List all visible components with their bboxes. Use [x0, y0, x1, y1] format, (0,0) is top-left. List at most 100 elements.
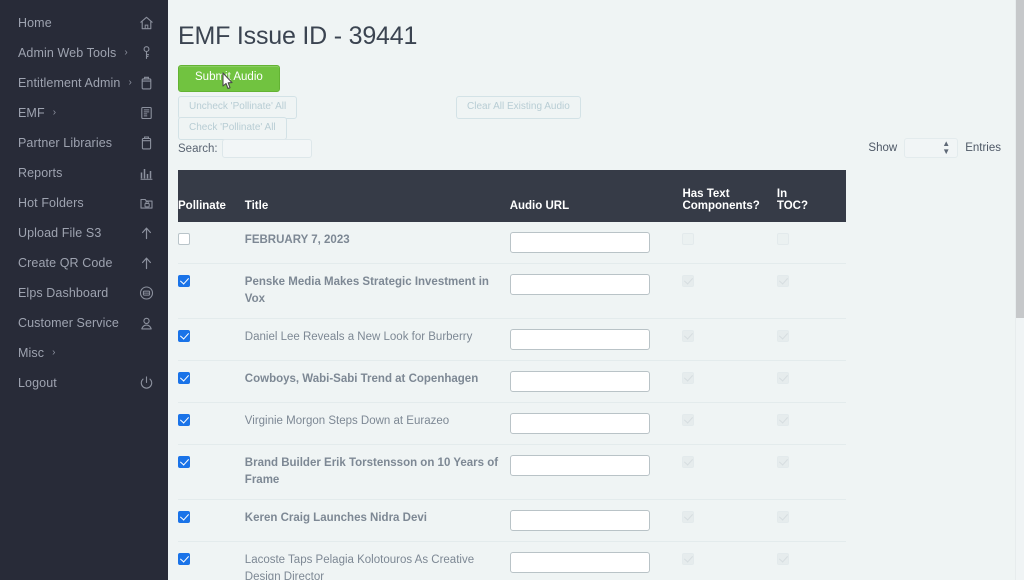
in-toc-checkbox — [776, 553, 789, 565]
toolbar: Submit Audio Uncheck 'Pollinate' All Che… — [168, 65, 1016, 140]
show-label: Show — [868, 142, 898, 154]
stepper-arrows-icon: ▲ ▼ — [942, 139, 951, 156]
in-toc-checkbox — [776, 414, 789, 426]
sidebar-item-admin-web-tools[interactable]: Admin Web Tools › — [0, 38, 168, 68]
cell-has-text-components — [682, 361, 776, 403]
vertical-scrollbar-thumb[interactable] — [1016, 0, 1024, 318]
server-icon — [139, 106, 154, 121]
sidebar-item-partner-libraries[interactable]: Partner Libraries — [0, 128, 168, 158]
cell-audio-url — [509, 445, 683, 500]
uncheck-pollinate-all-button[interactable]: Uncheck 'Pollinate' All — [178, 96, 298, 119]
sidebar-item-label: Admin Web Tools — [18, 46, 117, 60]
sidebar-item-create-qr-code[interactable]: Create QR Code — [0, 248, 168, 278]
in-toc-checkbox — [776, 275, 789, 287]
sidebar-item-upload-file-s3[interactable]: Upload File S3 — [0, 218, 168, 248]
sidebar-item-label: Logout — [18, 376, 57, 390]
table-row: Lacoste Taps Pelagia Kolotouros As Creat… — [178, 541, 846, 580]
column-header-has-text-components[interactable]: Has Text Components? — [682, 170, 777, 222]
column-header-pollinate[interactable]: Pollinate — [178, 170, 245, 222]
audio-url-input[interactable] — [509, 232, 650, 253]
pollinate-checkbox[interactable] — [178, 456, 190, 468]
header-line-1: Has Text — [682, 188, 730, 200]
cell-has-text-components — [682, 500, 776, 542]
sidebar-item-emf[interactable]: EMF › — [0, 98, 168, 128]
sidebar-item-logout[interactable]: Logout — [0, 368, 168, 398]
cell-in-toc — [776, 319, 846, 361]
cell-in-toc — [776, 403, 846, 445]
cell-in-toc — [776, 445, 846, 500]
pollinate-checkbox[interactable] — [178, 553, 190, 565]
pollinate-checkbox[interactable] — [178, 275, 190, 287]
table-row: Brand Builder Erik Torstensson on 10 Yea… — [178, 444, 846, 500]
table-row: Cowboys, Wabi-Sabi Trend at Copenhagen — [178, 360, 846, 403]
audio-url-input[interactable] — [509, 552, 650, 573]
table-header-row: Pollinate Title Audio URL Has Text Compo… — [178, 170, 846, 222]
cell-pollinate — [178, 500, 245, 542]
home-icon — [139, 16, 154, 31]
cell-pollinate — [178, 361, 245, 403]
cell-pollinate — [178, 445, 245, 500]
box-icon — [139, 76, 154, 91]
cell-has-text-components — [682, 319, 776, 361]
upload-icon — [139, 226, 154, 241]
cell-title: Lacoste Taps Pelagia Kolotouros As Creat… — [244, 554, 475, 580]
pollinate-checkbox[interactable] — [178, 233, 190, 245]
has-text-components-checkbox — [682, 275, 695, 287]
table-row: FEBRUARY 7, 2023 — [178, 222, 846, 264]
sidebar-item-label: Reports — [18, 166, 63, 180]
cell-title: Daniel Lee Reveals a New Look for Burber… — [244, 331, 473, 343]
audio-url-input[interactable] — [509, 274, 650, 295]
cell-title: FEBRUARY 7, 2023 — [244, 234, 350, 246]
vertical-scrollbar-track[interactable] — [1016, 0, 1024, 580]
entries-select[interactable]: ▲ ▼ — [904, 138, 959, 158]
search-input[interactable] — [221, 139, 312, 158]
check-pollinate-all-button[interactable]: Check 'Pollinate' All — [178, 117, 287, 140]
clear-all-existing-audio-button[interactable]: Clear All Existing Audio — [456, 96, 581, 119]
cell-audio-url — [509, 542, 683, 580]
chevron-right-icon: › — [124, 47, 128, 58]
pollinate-checkbox[interactable] — [178, 511, 190, 523]
audio-url-input[interactable] — [509, 371, 650, 392]
cell-audio-url — [509, 500, 683, 542]
sidebar-item-entitlement-admin[interactable]: Entitlement Admin › — [0, 68, 168, 98]
entries-label: Entries — [965, 142, 1001, 154]
cell-in-toc — [776, 542, 846, 580]
cell-audio-url — [509, 361, 683, 403]
in-toc-checkbox — [776, 456, 789, 468]
sidebar-item-customer-service[interactable]: Customer Service — [0, 308, 168, 338]
cell-audio-url — [509, 319, 683, 361]
app-window: Home Admin Web Tools › Entitlement Admin › EM… — [0, 0, 1024, 580]
audio-url-input[interactable] — [509, 510, 650, 531]
sidebar-item-hot-folders[interactable]: Hot Folders — [0, 188, 168, 218]
pollinate-checkbox[interactable] — [178, 414, 190, 426]
cell-pollinate — [178, 542, 245, 580]
sidebar-item-misc[interactable]: Misc › — [0, 338, 168, 368]
audio-url-input[interactable] — [509, 329, 650, 350]
pollinate-checkbox[interactable] — [178, 372, 190, 384]
user-icon — [139, 316, 154, 331]
column-header-audio-url[interactable]: Audio URL — [509, 170, 683, 222]
table-head: Pollinate Title Audio URL Has Text Compo… — [178, 170, 846, 222]
column-header-title[interactable]: Title — [244, 170, 510, 222]
audio-url-input[interactable] — [509, 455, 650, 476]
chevron-right-icon: › — [52, 347, 56, 358]
has-text-components-checkbox — [682, 553, 695, 565]
data-table: Pollinate Title Audio URL Has Text Compo… — [178, 170, 846, 580]
sidebar-item-label: Misc — [18, 346, 45, 360]
sidebar-item-label: Customer Service — [18, 316, 119, 330]
sidebar-item-elps-dashboard[interactable]: Elps Dashboard — [0, 278, 168, 308]
upload-icon — [139, 256, 154, 271]
submit-audio-button[interactable]: Submit Audio — [178, 65, 280, 92]
chevron-right-icon: › — [128, 77, 132, 88]
pollinate-checkbox[interactable] — [178, 330, 190, 342]
in-toc-checkbox — [776, 330, 789, 342]
main-content: EMF Issue ID - 39441 Submit Audio Unchec… — [168, 0, 1016, 580]
header-line-2: Components? — [682, 200, 760, 212]
sidebar-item-home[interactable]: Home — [0, 8, 168, 38]
audio-url-input[interactable] — [509, 413, 650, 434]
cell-pollinate — [178, 264, 245, 319]
table-controls: Search: Show ▲ ▼ Entries — [168, 138, 1016, 165]
sidebar-item-reports[interactable]: Reports — [0, 158, 168, 188]
column-header-in-toc[interactable]: In TOC? — [776, 170, 846, 222]
has-text-components-checkbox — [682, 372, 695, 384]
